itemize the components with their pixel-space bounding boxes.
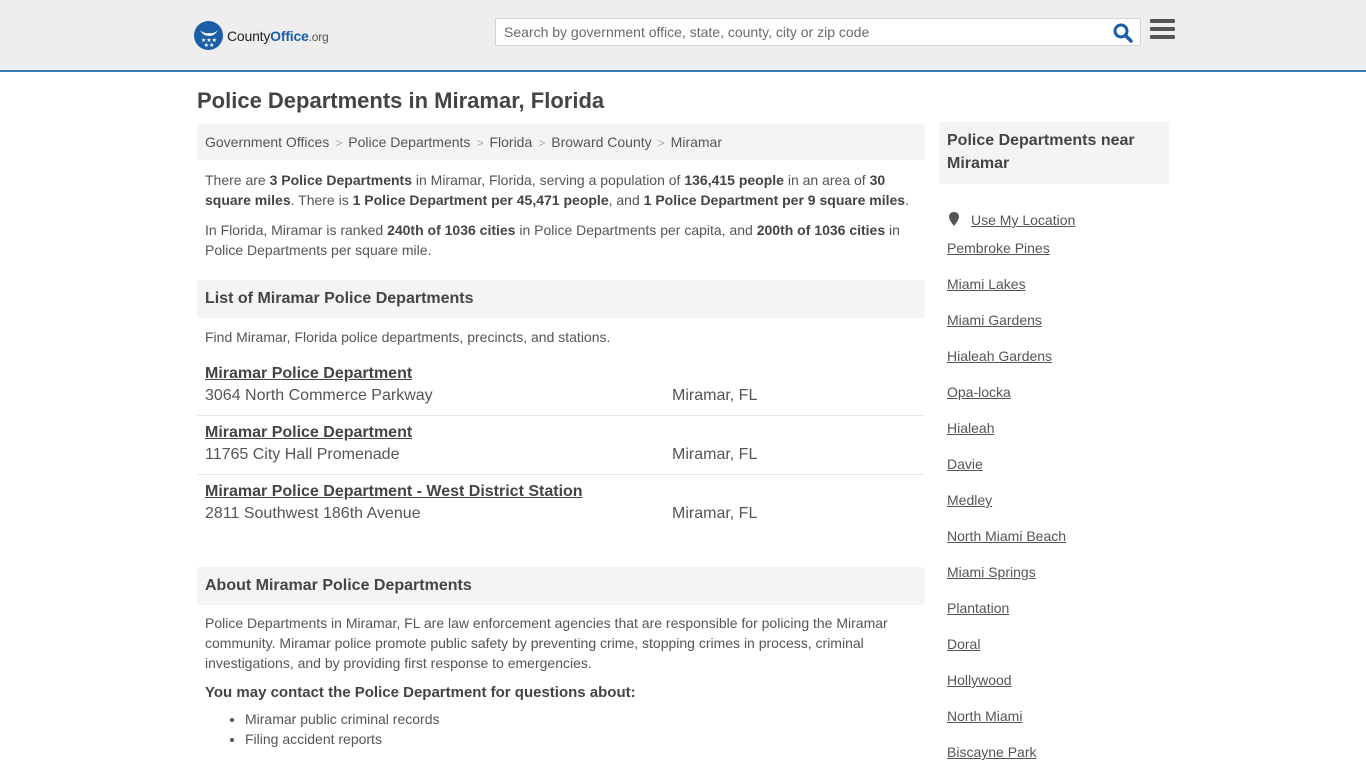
breadcrumb-police-departments[interactable]: Police Departments xyxy=(348,134,470,150)
department-address: 11765 City Hall Promenade xyxy=(205,446,400,463)
nearby-city-link[interactable]: Davie xyxy=(947,454,1169,490)
search-icon[interactable] xyxy=(1112,22,1134,44)
nearby-city-link[interactable]: Biscayne Park xyxy=(947,742,1169,778)
use-my-location-link[interactable]: Use My Location xyxy=(971,210,1075,230)
breadcrumb-separator: > xyxy=(476,136,484,150)
list-item: Miramar Police Department 3064 North Com… xyxy=(197,357,925,416)
department-link[interactable]: Miramar Police Department - West Distric… xyxy=(205,483,583,500)
hamburger-menu-icon[interactable] xyxy=(1150,19,1175,43)
sidebar-heading: Police Departments near Miramar xyxy=(939,122,1169,184)
nearby-city-link[interactable]: North Miami xyxy=(947,706,1169,742)
about-section-heading: About Miramar Police Departments xyxy=(197,567,925,605)
svg-text:★★: ★★ xyxy=(203,42,214,47)
nearby-city-link[interactable]: Pembroke Pines xyxy=(947,238,1169,274)
list-item: Miramar Police Department 11765 City Hal… xyxy=(197,416,925,475)
search-bar xyxy=(495,18,1141,46)
contact-list: Miramar public criminal records Filing a… xyxy=(197,709,925,749)
contact-item: Miramar public criminal records xyxy=(245,709,925,729)
nearby-city-link[interactable]: Miami Springs xyxy=(947,562,1169,598)
map-marker-icon xyxy=(947,211,961,230)
breadcrumb-government-offices[interactable]: Government Offices xyxy=(205,134,329,150)
page-title: Police Departments in Miramar, Florida xyxy=(197,88,605,113)
department-city: Miramar, FL xyxy=(672,505,758,522)
main-content: There are 3 Police Departments in Mirama… xyxy=(197,170,925,749)
department-city: Miramar, FL xyxy=(672,387,758,404)
summary-paragraph: There are 3 Police Departments in Mirama… xyxy=(205,172,909,208)
nearby-city-link[interactable]: North Miami Beach xyxy=(947,526,1169,562)
contact-heading: You may contact the Police Department fo… xyxy=(205,684,636,701)
department-address: 3064 North Commerce Parkway xyxy=(205,387,433,404)
nearby-city-link[interactable]: Doral xyxy=(947,634,1169,670)
breadcrumb-miramar[interactable]: Miramar xyxy=(671,134,722,150)
nearby-city-link[interactable]: Opa-locka xyxy=(947,382,1169,418)
breadcrumb-florida[interactable]: Florida xyxy=(489,134,532,150)
contact-item: Filing accident reports xyxy=(245,729,925,749)
breadcrumb-separator: > xyxy=(657,136,665,150)
nearby-city-link[interactable]: Plantation xyxy=(947,598,1169,634)
breadcrumb-separator: > xyxy=(538,136,546,150)
breadcrumb-separator: > xyxy=(335,136,343,150)
ranking-paragraph: In Florida, Miramar is ranked 240th of 1… xyxy=(205,222,900,258)
search-input[interactable] xyxy=(496,19,1096,45)
use-location-row: Use My Location xyxy=(947,202,1169,238)
nearby-city-link[interactable]: Hialeah xyxy=(947,418,1169,454)
department-link[interactable]: Miramar Police Department xyxy=(205,424,412,441)
site-logo[interactable]: ★★★ ★★ CountyOffice.org xyxy=(194,21,329,50)
nearby-city-link[interactable]: Hialeah Gardens xyxy=(947,346,1169,382)
breadcrumb-broward-county[interactable]: Broward County xyxy=(551,134,651,150)
sidebar: Police Departments near Miramar Use My L… xyxy=(939,122,1169,778)
department-city: Miramar, FL xyxy=(672,446,758,463)
nearby-city-link[interactable]: Miami Lakes xyxy=(947,274,1169,310)
logo-wordmark: CountyOffice.org xyxy=(227,27,329,44)
department-address: 2811 Southwest 186th Avenue xyxy=(205,505,421,522)
eagle-stars-logo-icon: ★★★ ★★ xyxy=(194,21,223,50)
nearby-city-link[interactable]: Hollywood xyxy=(947,670,1169,706)
nearby-list: Use My Location Pembroke Pines Miami Lak… xyxy=(939,202,1169,778)
list-item: Miramar Police Department - West Distric… xyxy=(197,475,925,533)
about-paragraph: Police Departments in Miramar, FL are la… xyxy=(205,615,888,671)
list-intro: Find Miramar, Florida police departments… xyxy=(205,329,611,345)
list-section-heading: List of Miramar Police Departments xyxy=(197,280,925,318)
breadcrumb: Government Offices > Police Departments > Fl… xyxy=(197,124,925,160)
site-header: ★★★ ★★ CountyOffice.org xyxy=(0,0,1366,72)
nearby-city-link[interactable]: Miami Gardens xyxy=(947,310,1169,346)
department-link[interactable]: Miramar Police Department xyxy=(205,365,412,382)
nearby-city-link[interactable]: Medley xyxy=(947,490,1169,526)
department-list: Miramar Police Department 3064 North Com… xyxy=(197,357,925,533)
